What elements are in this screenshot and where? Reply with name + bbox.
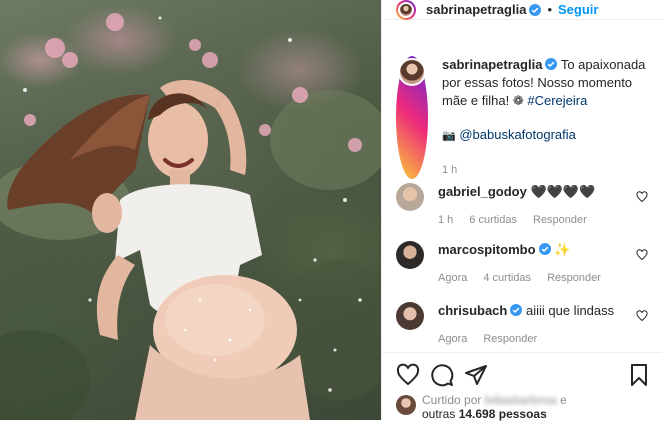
share-paper-plane-icon[interactable] xyxy=(464,363,488,387)
liked-by-conj: e xyxy=(560,393,567,407)
verified-badge-icon xyxy=(538,243,551,255)
commenter-username[interactable]: gabriel_godoy xyxy=(438,184,527,199)
comment-likes[interactable]: 6 curtidas xyxy=(469,214,517,226)
comment-text: aiiii que lindass xyxy=(525,303,615,318)
caption-timestamp[interactable]: 1 h xyxy=(442,161,647,179)
comment-item: chrisubach aiiii que lindass Agora Respo… xyxy=(396,302,656,345)
comment-timestamp[interactable]: 1 h xyxy=(438,214,453,226)
caption-username[interactable]: sabrinapetraglia xyxy=(442,57,542,72)
comment-bubble-icon[interactable] xyxy=(430,363,454,387)
header-separator: • xyxy=(547,2,552,17)
comment-item: gabriel_godoy 🖤🖤🖤🖤 1 h 6 curtidas Respon… xyxy=(396,183,656,226)
comment-text: ✨ xyxy=(554,242,571,257)
post-sidebar: sabrinapetraglia • Seguir sabrinapetragl… xyxy=(381,0,662,421)
commenter-avatar[interactable] xyxy=(396,302,424,330)
comment-likes[interactable]: 4 curtidas xyxy=(483,272,531,284)
commenter-username[interactable]: marcospitombo xyxy=(438,242,536,257)
avatar xyxy=(400,60,424,84)
author-avatar-ring[interactable] xyxy=(396,0,416,20)
verified-badge-icon xyxy=(545,58,558,70)
comment-text: 🖤🖤🖤🖤 xyxy=(530,184,596,199)
commenter-username[interactable]: chrisubach xyxy=(438,303,507,318)
hashtag-link[interactable]: #Cerejeira xyxy=(527,93,587,108)
photo-illustration xyxy=(0,13,381,420)
comment-timestamp[interactable]: Agora xyxy=(438,333,467,345)
caption-avatar-ring[interactable] xyxy=(396,56,428,179)
post-photo[interactable] xyxy=(0,0,381,420)
heart-outline-icon[interactable] xyxy=(636,191,648,203)
post-caption: sabrinapetraglia To apaixonada por essas… xyxy=(396,56,656,179)
verified-badge-icon xyxy=(510,304,523,316)
verified-badge-icon xyxy=(529,3,542,16)
liked-by-prefix: Curtido por xyxy=(422,393,482,407)
like-heart-icon[interactable] xyxy=(396,363,420,387)
post-actions: Curtido por bdiasbarbosa e outras 14.698… xyxy=(382,352,662,421)
reply-button[interactable]: Responder xyxy=(533,214,587,226)
liker-username[interactable]: bdiasbarbosa xyxy=(485,393,557,407)
likes-summary: Curtido por bdiasbarbosa e outras 14.698… xyxy=(396,393,567,421)
comment-item: marcospitombo ✨ Agora 4 curtidas Respond… xyxy=(396,241,656,284)
commenter-avatar[interactable] xyxy=(396,241,424,269)
instagram-post: sabrinapetraglia • Seguir sabrinapetragl… xyxy=(0,0,662,421)
camera-emoji: 📷 xyxy=(442,130,456,142)
author-username[interactable]: sabrinapetraglia xyxy=(426,2,526,17)
likes-others: outras xyxy=(422,407,456,421)
post-header: sabrinapetraglia • Seguir xyxy=(382,0,662,20)
heart-outline-icon[interactable] xyxy=(636,310,648,322)
credit-mention-link[interactable]: @babuskafotografia xyxy=(459,127,576,142)
follow-button[interactable]: Seguir xyxy=(558,2,598,17)
avatar xyxy=(400,3,412,16)
heart-outline-icon[interactable] xyxy=(636,249,648,261)
save-bookmark-icon[interactable] xyxy=(627,363,651,387)
likes-count[interactable]: 14.698 xyxy=(459,407,496,421)
comment-timestamp[interactable]: Agora xyxy=(438,272,467,284)
liker-avatar[interactable] xyxy=(396,395,416,415)
likes-suffix[interactable]: pessoas xyxy=(499,407,547,421)
reply-button[interactable]: Responder xyxy=(483,333,537,345)
flower-emoji: ❁ xyxy=(512,93,524,108)
reply-button[interactable]: Responder xyxy=(547,272,601,284)
commenter-avatar[interactable] xyxy=(396,183,424,211)
